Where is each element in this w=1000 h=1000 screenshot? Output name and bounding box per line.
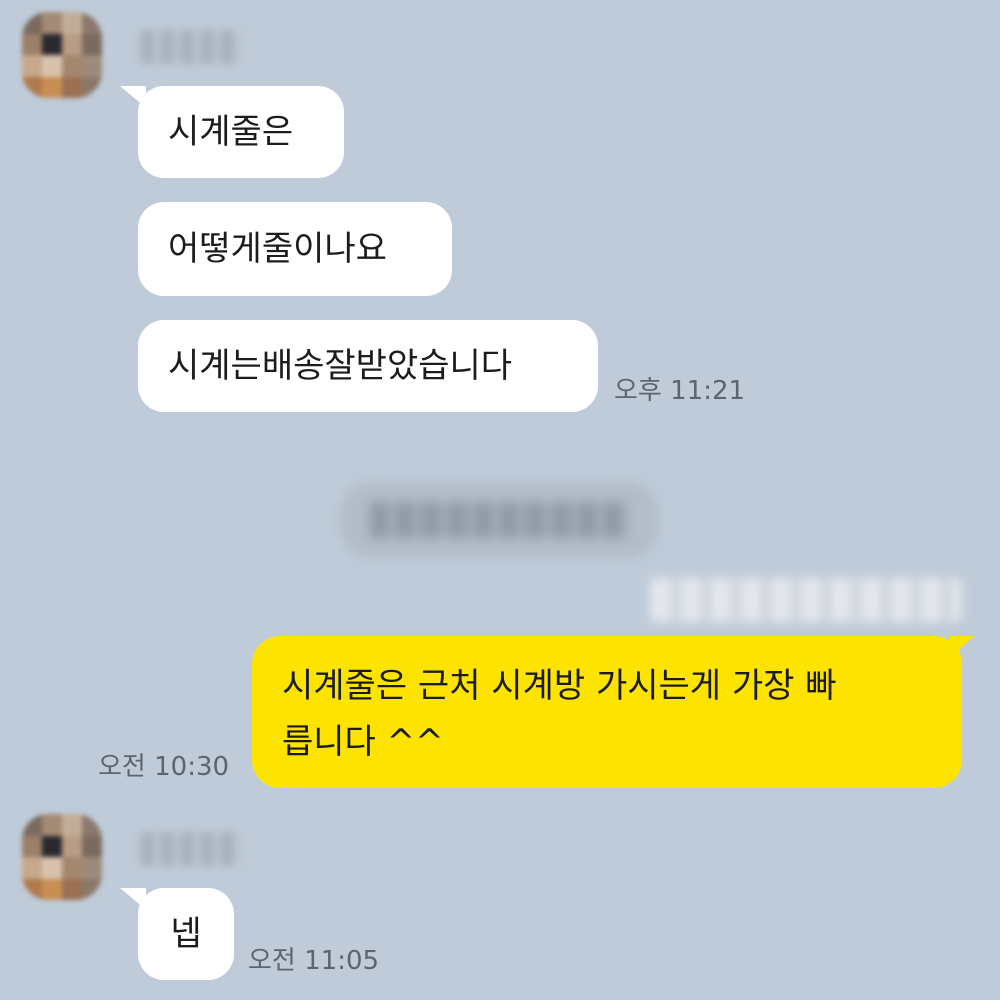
message-text-line: 릅니다 ^^ (282, 722, 444, 762)
sender-name-redacted (140, 30, 240, 64)
message-timestamp: 오전 10:30 (98, 752, 230, 782)
read-status-redacted (650, 578, 962, 622)
message-text: 시계줄은 (168, 112, 294, 152)
message-bubble-incoming[interactable]: 시계는배송잘받았습니다 (138, 320, 598, 412)
message-text-line: 시계줄은 근처 시계방 가시는게 가장 빠 (282, 666, 837, 706)
date-divider-redacted (340, 482, 658, 558)
message-bubble-outgoing[interactable]: 시계줄은 근처 시계방 가시는게 가장 빠 릅니다 ^^ (252, 636, 962, 788)
message-timestamp: 오전 11:05 (248, 946, 380, 976)
message-timestamp: 오후 11:21 (614, 376, 746, 406)
message-text: 넵 (170, 914, 202, 954)
sender-avatar[interactable] (22, 12, 102, 98)
message-text: 어떻게줄이나요 (168, 229, 387, 269)
message-text: 시계는배송잘받았습니다 (168, 346, 513, 386)
sender-name-redacted (140, 832, 240, 866)
message-bubble-incoming[interactable]: 시계줄은 (138, 86, 344, 178)
message-bubble-incoming[interactable]: 어떻게줄이나요 (138, 202, 452, 296)
message-bubble-incoming[interactable]: 넵 (138, 888, 234, 980)
sender-avatar[interactable] (22, 814, 102, 900)
